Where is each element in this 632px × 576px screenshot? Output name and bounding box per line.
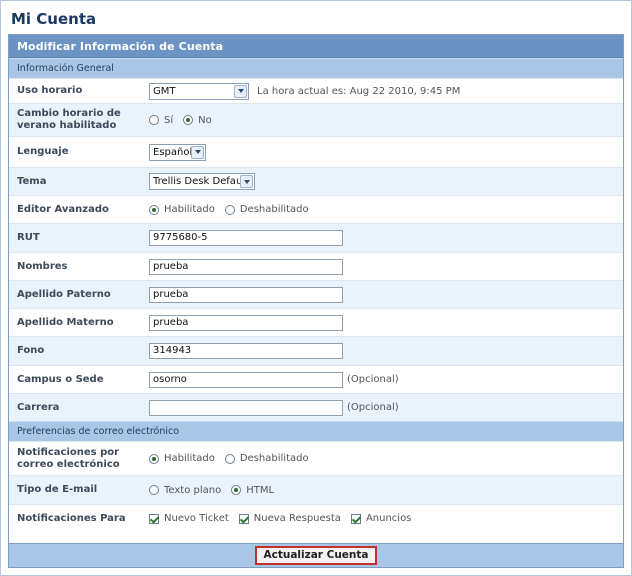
current-time-hint: La hora actual es: Aug 22 2010, 9:45 PM bbox=[257, 85, 461, 97]
email-type-html-label: HTML bbox=[246, 484, 275, 496]
notifications-off-option[interactable]: Deshabilitado bbox=[224, 453, 309, 464]
language-value: Español bbox=[153, 146, 193, 158]
language-label: Lenguaje bbox=[17, 146, 69, 157]
form-footer: Actualizar Cuenta bbox=[9, 543, 623, 567]
notifications-off-radio[interactable] bbox=[224, 453, 235, 464]
campus-optional-hint: (Opcional) bbox=[347, 374, 399, 385]
carrera-optional-hint: (Opcional) bbox=[347, 402, 399, 413]
notifications-on-label: Habilitado bbox=[164, 453, 215, 464]
language-select[interactable]: Español bbox=[149, 143, 206, 161]
notify-new-reply-checkbox[interactable] bbox=[238, 513, 249, 524]
fono-label: Fono bbox=[17, 345, 45, 356]
theme-label: Tema bbox=[17, 175, 47, 187]
notify-announcements-checkbox[interactable] bbox=[350, 513, 361, 524]
apellido-materno-label: Apellido Materno bbox=[17, 316, 114, 328]
editor-off-option[interactable]: Deshabilitado bbox=[224, 204, 309, 215]
apellido-materno-input[interactable]: prueba bbox=[149, 314, 343, 331]
row-nombres: Nombres prueba bbox=[9, 252, 623, 280]
campus-label: Campus o Sede bbox=[17, 373, 104, 385]
theme-select[interactable]: Trellis Desk Default bbox=[149, 173, 255, 190]
theme-value: Trellis Desk Default bbox=[153, 176, 249, 187]
row-apellido-paterno: Apellido Paterno prueba bbox=[9, 280, 623, 308]
editor-label: Editor Avanzado bbox=[17, 203, 109, 215]
notify-for-label: Notificaciones Para bbox=[17, 512, 126, 524]
row-theme: Tema Trellis Desk Default bbox=[9, 167, 623, 195]
update-account-button[interactable]: Actualizar Cuenta bbox=[255, 546, 377, 565]
row-apellido-materno: Apellido Materno prueba bbox=[9, 308, 623, 336]
timezone-value: GMT bbox=[153, 85, 176, 97]
dst-yes-label: Sí bbox=[164, 114, 174, 126]
notify-new-ticket-option[interactable]: Nuevo Ticket bbox=[149, 513, 229, 524]
notify-announcements-option[interactable]: Anuncios bbox=[350, 513, 412, 524]
fono-input[interactable]: 314943 bbox=[149, 343, 343, 359]
timezone-select[interactable]: GMT bbox=[149, 82, 249, 100]
nombres-label: Nombres bbox=[17, 260, 68, 272]
chevron-down-icon bbox=[191, 145, 204, 159]
section-header-email: Preferencias de correo electrónico bbox=[9, 421, 623, 441]
notify-new-reply-label: Nueva Respuesta bbox=[253, 513, 341, 524]
email-type-plain-radio[interactable] bbox=[149, 485, 159, 495]
account-form-panel: Modificar Información de Cuenta Informac… bbox=[8, 34, 624, 568]
dst-yes-radio[interactable] bbox=[149, 115, 159, 125]
email-type-label: Tipo de E-mail bbox=[17, 484, 98, 495]
apellido-paterno-label: Apellido Paterno bbox=[17, 288, 111, 300]
chevron-down-icon bbox=[234, 84, 247, 98]
email-type-html-option[interactable]: HTML bbox=[231, 485, 274, 496]
notifications-on-option[interactable]: Habilitado bbox=[149, 453, 215, 464]
email-type-plain-option[interactable]: Texto plano bbox=[149, 485, 221, 496]
carrera-label: Carrera bbox=[17, 401, 60, 413]
notifications-off-label: Deshabilitado bbox=[239, 453, 309, 464]
editor-off-label: Deshabilitado bbox=[239, 204, 309, 215]
apellido-paterno-input[interactable]: prueba bbox=[149, 286, 343, 303]
dst-no-radio[interactable] bbox=[183, 115, 194, 125]
notify-announcements-label: Anuncios bbox=[365, 513, 412, 524]
notifications-label: Notificaciones por correo electrónico bbox=[17, 446, 120, 470]
window-frame: Mi Cuenta Modificar Información de Cuent… bbox=[0, 0, 632, 576]
section-header-general: Información General bbox=[9, 58, 623, 78]
row-dst: Cambio horario de verano habilitado Sí N… bbox=[9, 103, 623, 136]
notify-new-ticket-checkbox[interactable] bbox=[149, 513, 159, 524]
editor-on-label: Habilitado bbox=[164, 204, 215, 215]
editor-on-option[interactable]: Habilitado bbox=[149, 204, 215, 215]
row-timezone: Uso horario GMT La hora actual es: Aug 2… bbox=[9, 78, 623, 103]
row-editor: Editor Avanzado Habilitado Deshabilitado bbox=[9, 195, 623, 223]
notifications-on-radio[interactable] bbox=[149, 453, 159, 464]
row-email-type: Tipo de E-mail Texto plano HTML bbox=[9, 475, 623, 504]
row-language: Lenguaje Español bbox=[9, 136, 623, 167]
panel-header: Modificar Información de Cuenta bbox=[9, 35, 623, 58]
dst-no-option[interactable]: No bbox=[183, 115, 212, 126]
row-notifications: Notificaciones por correo electrónico Ha… bbox=[9, 441, 623, 475]
row-rut: RUT 9775680-5 bbox=[9, 223, 623, 252]
campus-input[interactable]: osorno bbox=[149, 371, 343, 388]
editor-on-radio[interactable] bbox=[149, 204, 159, 215]
rut-label: RUT bbox=[17, 232, 40, 243]
timezone-label: Uso horario bbox=[17, 85, 83, 96]
email-type-html-radio[interactable] bbox=[231, 485, 242, 495]
notify-new-ticket-label: Nuevo Ticket bbox=[164, 513, 229, 524]
dst-label: Cambio horario de verano habilitado bbox=[17, 108, 121, 131]
chevron-down-icon bbox=[240, 175, 253, 188]
row-campus: Campus o Sede osorno (Opcional) bbox=[9, 365, 623, 393]
row-fono: Fono 314943 bbox=[9, 336, 623, 365]
page-title: Mi Cuenta bbox=[11, 10, 97, 28]
row-notify-for: Notificaciones Para Nuevo Ticket Nueva R… bbox=[9, 504, 623, 532]
carrera-input[interactable] bbox=[149, 399, 343, 416]
row-carrera: Carrera (Opcional) bbox=[9, 393, 623, 421]
rut-input[interactable]: 9775680-5 bbox=[149, 230, 343, 246]
editor-off-radio[interactable] bbox=[224, 204, 235, 215]
nombres-input[interactable]: prueba bbox=[149, 258, 343, 275]
dst-yes-option[interactable]: Sí bbox=[149, 115, 173, 126]
dst-no-label: No bbox=[198, 114, 212, 126]
notify-new-reply-option[interactable]: Nueva Respuesta bbox=[238, 513, 341, 524]
email-type-plain-label: Texto plano bbox=[164, 484, 222, 496]
